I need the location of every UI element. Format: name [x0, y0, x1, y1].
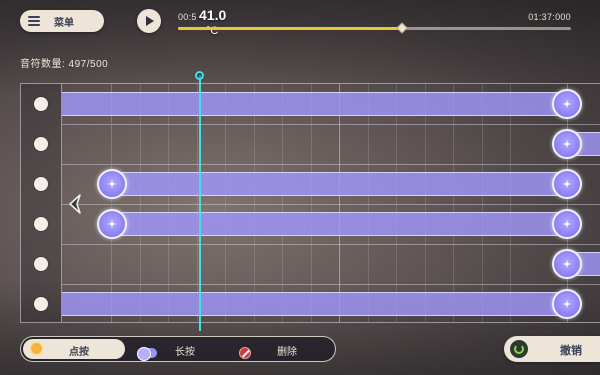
- menu-button[interactable]: 菜单: [20, 10, 104, 32]
- play-button[interactable]: [137, 9, 161, 33]
- star-icon: [563, 300, 571, 308]
- undo-label: 撤销: [560, 345, 582, 357]
- beat-line-red: [111, 84, 112, 322]
- lane-dot-icon[interactable]: [34, 217, 48, 231]
- progress-thumb[interactable]: [396, 22, 408, 34]
- playhead-line[interactable]: [199, 75, 201, 331]
- lane-dot-icon[interactable]: [34, 297, 48, 311]
- note-count: 音符数量: 497/500: [20, 59, 109, 70]
- delete-icon: [239, 347, 251, 359]
- tool-selector: 点按 长按 删除: [20, 336, 336, 362]
- star-icon: [108, 180, 116, 188]
- star-icon: [563, 100, 571, 108]
- current-time: 00:5: [178, 12, 197, 22]
- delete-tool-label: 删除: [277, 347, 297, 358]
- lane-divider: [62, 284, 600, 285]
- lane-dot-icon[interactable]: [34, 137, 48, 151]
- hold-toggle-icon: [137, 347, 157, 361]
- beat-line: [197, 84, 198, 322]
- delete-tool-button[interactable]: 删除: [231, 339, 331, 359]
- beat-line: [282, 84, 283, 322]
- playhead-knob[interactable]: [195, 71, 204, 80]
- play-icon: [146, 16, 154, 26]
- total-time: 01:37:000: [528, 12, 571, 22]
- menu-label: 菜单: [54, 17, 74, 29]
- note-node[interactable]: [97, 209, 127, 239]
- tap-dot-icon: [31, 343, 42, 354]
- hold-note-bar[interactable]: [62, 92, 567, 116]
- hold-note-bar[interactable]: [112, 172, 567, 196]
- hold-tool-label: 长按: [175, 347, 195, 358]
- lane-header-column: [20, 83, 62, 323]
- hold-note-bar[interactable]: [112, 212, 567, 236]
- note-node[interactable]: [97, 169, 127, 199]
- lane-divider: [62, 204, 600, 205]
- star-icon: [563, 140, 571, 148]
- star-icon: [563, 220, 571, 228]
- beat-line: [396, 84, 397, 322]
- lane-divider: [62, 244, 600, 245]
- note-node[interactable]: [552, 249, 582, 279]
- lane-divider: [62, 124, 600, 125]
- lane-dot-icon[interactable]: [34, 97, 48, 111]
- note-node[interactable]: [552, 169, 582, 199]
- beat-line: [510, 84, 511, 322]
- note-node[interactable]: [552, 209, 582, 239]
- beat-line: [425, 84, 426, 322]
- undo-button[interactable]: 撤销: [504, 336, 600, 362]
- chevron-left-icon[interactable]: [66, 193, 86, 215]
- beat-line: [140, 84, 141, 322]
- star-icon: [563, 180, 571, 188]
- lane-dot-icon[interactable]: [34, 257, 48, 271]
- beat-line-red: [567, 84, 568, 322]
- hold-note-bar[interactable]: [62, 292, 567, 316]
- lane-dot-icon[interactable]: [34, 177, 48, 191]
- beat-line: [453, 84, 454, 322]
- beat-line: [254, 84, 255, 322]
- progress-fill: [178, 27, 402, 30]
- note-node[interactable]: [552, 289, 582, 319]
- beat-line: [368, 84, 369, 322]
- hold-tool-button[interactable]: 长按: [129, 339, 229, 361]
- beat-line: [168, 84, 169, 322]
- star-icon: [563, 260, 571, 268]
- lane-divider: [62, 164, 600, 165]
- note-node[interactable]: [552, 89, 582, 119]
- undo-icon: [510, 340, 528, 358]
- beat-line: [311, 84, 312, 322]
- temperature-overlay: 41.0: [199, 7, 227, 23]
- star-icon: [108, 220, 116, 228]
- beat-line: [482, 84, 483, 322]
- note-grid[interactable]: [62, 83, 600, 323]
- progress-slider[interactable]: [178, 22, 571, 34]
- beat-line: [225, 84, 226, 322]
- list-icon: [28, 16, 40, 26]
- note-node[interactable]: [552, 129, 582, 159]
- bar-line: [339, 84, 340, 322]
- tap-tool-label: 点按: [69, 347, 89, 358]
- tap-tool-button[interactable]: 点按: [23, 339, 125, 359]
